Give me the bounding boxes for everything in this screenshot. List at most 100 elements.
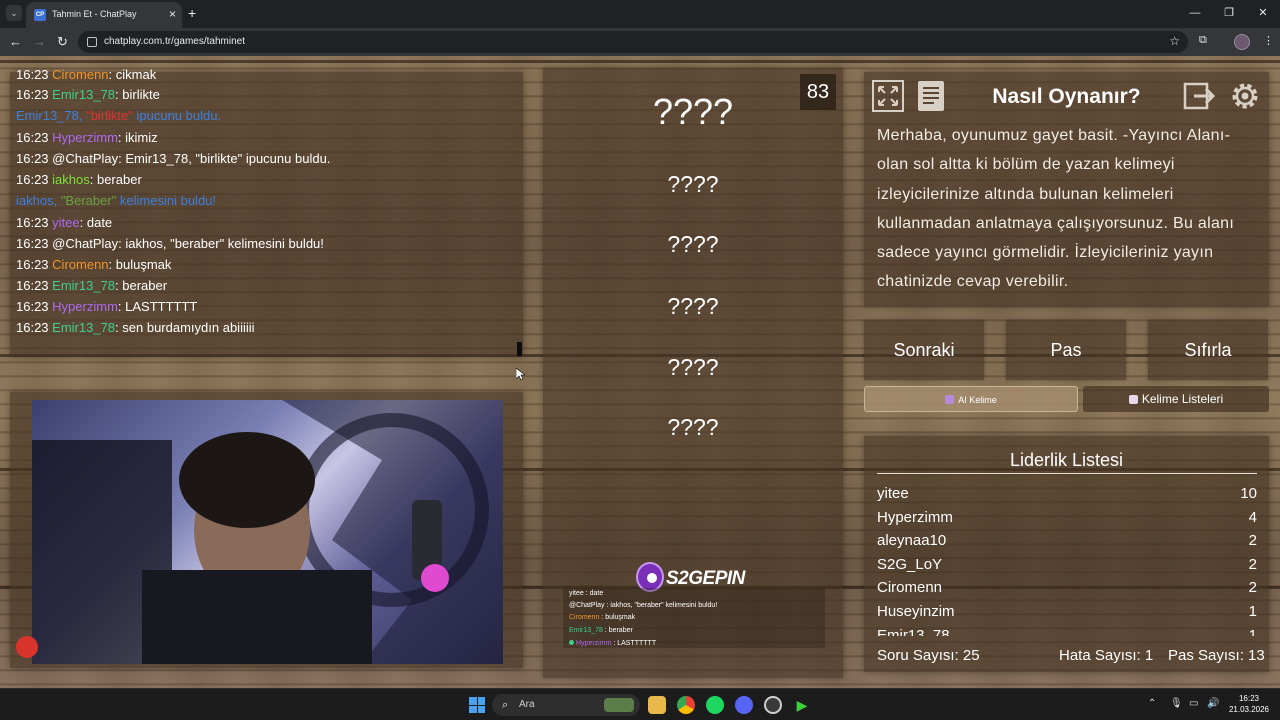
search-placeholder: Ara — [519, 699, 535, 710]
bookmark-star-icon[interactable]: ☆ — [1169, 34, 1180, 48]
leaderboard-row: Huseyinzim 1 — [877, 600, 1257, 624]
volume-icon[interactable]: 🔊 — [1207, 698, 1219, 709]
tray-overflow-icon[interactable]: ⌃ — [1148, 698, 1156, 709]
player-name: Hyperzimm — [877, 508, 953, 526]
chat-message: 16:23 Emir13_78: sen burdamıydın abiiiii… — [16, 320, 255, 335]
player-score: 1 — [1248, 626, 1257, 636]
tab-list-button[interactable]: ⌄ — [6, 5, 22, 21]
reset-button[interactable]: Sıfırla — [1148, 320, 1268, 380]
pass-button[interactable]: Pas — [1006, 320, 1126, 380]
system-clock[interactable]: 16:23 21.03.2026 — [1224, 693, 1274, 715]
chat-message: 16:23 @ChatPlay: Emir13_78, "birlikte" i… — [16, 151, 331, 166]
chat-message: 16:23 @ChatPlay: iakhos, "beraber" kelim… — [16, 236, 324, 251]
leaderboard-list[interactable]: yitee 10 Hyperzimm 4 aleynaa10 2 S2G_LoY 2 C… — [877, 482, 1257, 636]
exit-icon[interactable] — [1182, 78, 1218, 114]
browser-menu-icon[interactable]: ⋮ — [1263, 34, 1274, 47]
taskbar-search[interactable]: ⌕ Ara — [492, 694, 640, 716]
chat-message: 16:23 Ciromenn: buluşmak — [16, 257, 172, 272]
file-explorer-icon[interactable] — [648, 696, 666, 714]
leaderboard-row: Hyperzimm 4 — [877, 506, 1257, 530]
chat-message: 16:23 yitee: date — [16, 215, 113, 230]
chat-message: 16:23 Emir13_78: beraber — [16, 278, 168, 293]
network-icon[interactable]: ▭ — [1189, 698, 1198, 709]
address-bar[interactable]: chatplay.com.tr/games/tahminet ☆ — [78, 31, 1188, 53]
pass-count: Pas Sayısı: 13 — [1168, 647, 1265, 664]
forbidden-word: ???? — [667, 293, 719, 319]
overlay-chat-line: Ciromenn : buluşmak — [569, 614, 636, 621]
search-icon: ⌕ — [502, 699, 509, 711]
player-score: 10 — [1240, 485, 1257, 502]
list-icon — [1128, 395, 1138, 404]
how-to-play-text: Merhaba, oyunumuz gayet basit. -Yayıncı … — [877, 127, 1235, 291]
player-name: yitee — [877, 485, 909, 502]
forbidden-word: ???? — [667, 414, 719, 440]
clock-date: 21.03.2026 — [1228, 705, 1270, 714]
overlay-chat-line: @ChatPlay : iakhos, "beraber" kelimesini… — [569, 602, 718, 609]
player-name: Ciromenn — [877, 579, 943, 597]
maximize-button[interactable]: ❐ — [1212, 0, 1246, 28]
chat-message: 16:23 Hyperzimm: LASTTTTTT — [16, 299, 198, 314]
chat-message: 16:23 iakhos: beraber — [16, 172, 142, 187]
overlay-chat-line: yitee : date — [569, 590, 604, 597]
extensions-icon[interactable]: ⧉ — [1199, 34, 1207, 47]
forbidden-word: ???? — [667, 231, 719, 257]
chat-scrollbar[interactable] — [517, 342, 522, 356]
start-menu-button[interactable] — [469, 697, 485, 713]
microphone-icon[interactable]: 🎙 — [1170, 698, 1183, 709]
tab-favicon: CP — [34, 9, 46, 21]
leaderboard-row: S2G_LoY 2 — [877, 553, 1257, 577]
new-tab-button[interactable]: + — [188, 5, 196, 21]
robot-icon — [945, 395, 955, 404]
minimize-button[interactable]: — — [1178, 0, 1212, 28]
chat-message: 16:23 Ciromenn: cikmak — [16, 67, 157, 82]
leaderboard-title: Liderlik Listesi — [1009, 450, 1124, 470]
leaderboard-row: Emir13_78 1 — [877, 624, 1257, 636]
ai-word-label: AI Kelime — [958, 395, 997, 405]
chat-message: 16:23 Hyperzimm: ikimiz — [16, 130, 158, 145]
search-highlight-image — [604, 698, 634, 712]
leaderboard-row: Ciromenn 2 — [877, 576, 1257, 600]
player-name: Huseyinzim — [877, 602, 955, 620]
player-score: 4 — [1248, 508, 1257, 526]
tab-close-icon[interactable]: × — [169, 7, 176, 21]
next-button[interactable]: Sonraki — [864, 320, 984, 380]
media-player-icon[interactable]: ▶ — [793, 696, 811, 714]
player-name: Emir13_78 — [877, 626, 950, 636]
player-score: 2 — [1248, 555, 1257, 573]
logo-text: S2GEPIN — [666, 568, 745, 589]
error-count: Hata Sayısı: 1 — [1059, 647, 1154, 664]
leaderboard-row: yitee 10 — [877, 482, 1257, 506]
question-count: Soru Sayısı: 25 — [877, 647, 980, 664]
clock-time: 16:23 — [1238, 694, 1260, 703]
chat-notice: iakhos, "Beraber" kelimesini buldu! — [16, 193, 217, 208]
stream-chat-overlay: yitee : date @ChatPlay : iakhos, "berabe… — [563, 588, 825, 648]
word-lists-button[interactable]: Kelime Listeleri — [1083, 386, 1269, 412]
obs-icon[interactable] — [764, 696, 782, 714]
player-score: 2 — [1248, 579, 1257, 597]
browser-tab[interactable]: CP Tahmin Et - ChatPlay × — [26, 2, 182, 28]
forward-icon[interactable]: → — [33, 34, 46, 50]
overlay-chat-line: Emir13_78 : beraber — [569, 627, 633, 634]
secret-word: ???? — [652, 91, 734, 132]
leaderboard-divider — [877, 473, 1257, 474]
close-window-button[interactable]: ✕ — [1246, 0, 1280, 28]
reload-icon[interactable]: ↻ — [57, 34, 68, 50]
wood-plank-divider — [0, 60, 1280, 63]
webcam-feed-image — [32, 400, 503, 664]
ai-word-button[interactable]: AI Kelime — [864, 386, 1078, 412]
profile-avatar[interactable] — [1234, 34, 1250, 50]
settings-gear-icon[interactable] — [1227, 78, 1263, 114]
browser-toolbar: ← → ↻ chatplay.com.tr/games/tahminet ☆ ⧉… — [0, 28, 1280, 56]
player-score: 2 — [1248, 532, 1257, 550]
chrome-icon[interactable] — [677, 696, 695, 714]
spotify-icon[interactable] — [706, 696, 724, 714]
forbidden-word: ???? — [667, 354, 719, 380]
chat-notice: Emir13_78, "birlikte" ipucunu buldu. — [16, 108, 222, 123]
overlay-chat-line: Hyperzimm : LASTTTTTT — [569, 639, 656, 648]
tab-title: Tahmin Et - ChatPlay — [52, 9, 137, 19]
discord-icon[interactable] — [735, 696, 753, 714]
url-text: chatplay.com.tr/games/tahminet — [104, 36, 245, 47]
site-info-icon[interactable] — [87, 37, 97, 47]
back-icon[interactable]: ← — [9, 34, 22, 50]
player-name: aleynaa10 — [877, 532, 947, 550]
